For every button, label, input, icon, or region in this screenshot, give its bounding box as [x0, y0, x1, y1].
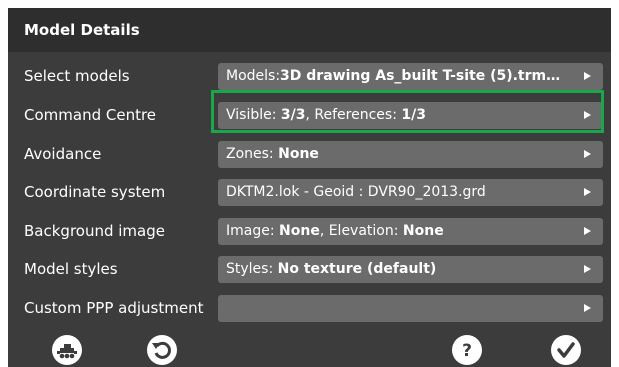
field-value-bold: No texture (default) — [277, 261, 437, 277]
arrow-right-icon — [584, 188, 591, 196]
reset-button[interactable] — [147, 335, 177, 365]
field-value-text: , References: — [305, 107, 402, 123]
arrow-right-icon — [584, 72, 591, 80]
avoidance-field[interactable]: Zones: None — [218, 141, 603, 168]
custom-ppp-adjustment-field[interactable] — [218, 295, 603, 322]
arrow-right-icon — [584, 304, 591, 312]
command-centre-field[interactable]: Visible: 3/3, References: 1/3 — [218, 102, 603, 129]
coordinate-system-field[interactable]: DKTM2.lok - Geoid : DVR90_2013.grd — [218, 179, 603, 206]
row-label-background-image: Background image — [24, 222, 165, 240]
field-value-bold: 3D drawing As_built T-site (5).trm… — [280, 68, 561, 84]
row-label-custom-ppp-adjustment: Custom PPP adjustment — [24, 299, 204, 317]
arrow-right-icon — [584, 111, 591, 119]
field-value-text: Image: — [226, 223, 280, 239]
field-value-bold: None — [402, 223, 444, 239]
model-styles-field[interactable]: Styles: No texture (default) — [218, 256, 603, 283]
machine-button[interactable] — [52, 335, 82, 365]
field-value-bold: None — [278, 146, 319, 162]
field-value-text: Zones: — [226, 146, 279, 162]
row-label-command-centre: Command Centre — [24, 106, 157, 124]
field-value-bold: 1/3 — [401, 107, 426, 123]
row-label-coordinate-system: Coordinate system — [24, 183, 166, 201]
field-value-bold: 3/3 — [280, 107, 306, 123]
dialog-title: Model Details — [24, 21, 140, 39]
dialog-header: Model Details — [8, 8, 611, 52]
confirm-icon — [557, 342, 575, 358]
field-value-bold: None — [279, 223, 320, 239]
svg-text:?: ? — [462, 341, 472, 361]
row-label-model-styles: Model styles — [24, 260, 118, 278]
field-value: Image: None, Elevation: None — [226, 222, 573, 241]
arrow-right-icon — [584, 150, 591, 158]
model-details-dialog: Model Details Select models Models:3D dr… — [8, 8, 611, 367]
field-value: Styles: No texture (default) — [226, 260, 573, 279]
reset-icon — [152, 341, 171, 359]
help-button[interactable]: ? — [452, 335, 482, 365]
field-value-text: , Elevation: — [319, 223, 403, 239]
field-value: Models:3D drawing As_built T-site (5).tr… — [226, 67, 573, 86]
confirm-button[interactable] — [551, 335, 581, 365]
row-label-select-models: Select models — [24, 67, 130, 85]
machine-icon — [57, 344, 77, 359]
field-value: DKTM2.lok - Geoid : DVR90_2013.grd — [226, 183, 573, 202]
field-value: Visible: 3/3, References: 1/3 — [226, 106, 573, 125]
row-label-avoidance: Avoidance — [24, 145, 102, 163]
field-value-text: Styles: — [226, 261, 278, 277]
select-models-field[interactable]: Models:3D drawing As_built T-site (5).tr… — [218, 63, 603, 90]
help-icon: ? — [462, 341, 472, 361]
field-value-text: Models: — [226, 68, 281, 84]
field-value-text: Visible: — [226, 107, 281, 123]
arrow-right-icon — [584, 265, 591, 273]
arrow-right-icon — [584, 227, 591, 235]
field-value: Zones: None — [226, 145, 573, 164]
field-value-text: DKTM2.lok - Geoid : DVR90_2013.grd — [226, 184, 486, 200]
background-image-field[interactable]: Image: None, Elevation: None — [218, 218, 603, 245]
